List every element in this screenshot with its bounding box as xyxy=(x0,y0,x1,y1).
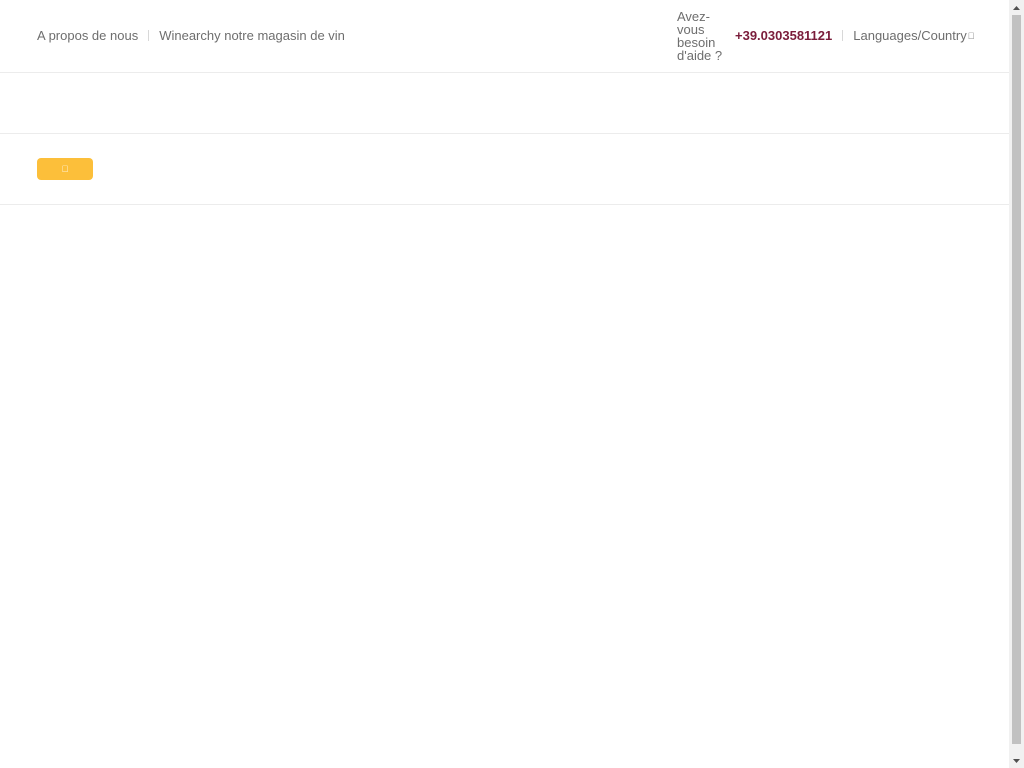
header-band xyxy=(0,73,1009,134)
top-links: A propos de nous Winearchy notre magasin… xyxy=(37,28,345,43)
page: A propos de nous Winearchy notre magasin… xyxy=(0,0,1024,768)
about-us-link[interactable]: A propos de nous xyxy=(37,28,138,43)
scroll-down-arrow-icon[interactable] xyxy=(1009,753,1024,768)
divider xyxy=(842,30,844,41)
scrollbar-thumb[interactable] xyxy=(1012,15,1021,744)
divider xyxy=(148,30,150,41)
menu-toggle-button[interactable]:  xyxy=(37,158,93,180)
wine-shop-link[interactable]: Winearchy notre magasin de vin xyxy=(159,28,345,43)
language-selector[interactable]: Languages/Country  xyxy=(853,28,974,43)
phone-link[interactable]: +39.0303581121 xyxy=(735,28,832,43)
vertical-scrollbar[interactable] xyxy=(1009,0,1024,768)
viewport: A propos de nous Winearchy notre magasin… xyxy=(0,0,1009,768)
language-label: Languages/Country xyxy=(853,28,967,43)
caret-down-icon:  xyxy=(968,31,975,41)
scroll-up-arrow-icon[interactable] xyxy=(1009,0,1024,15)
menu-band:  xyxy=(0,134,1009,205)
top-bar: A propos de nous Winearchy notre magasin… xyxy=(0,0,1009,73)
top-contact: +39.0303581121 Languages/Country  xyxy=(735,28,974,43)
help-text: Avez-vous besoin d'aide ? xyxy=(677,9,723,63)
ellipsis-vertical-icon:  xyxy=(62,164,69,174)
